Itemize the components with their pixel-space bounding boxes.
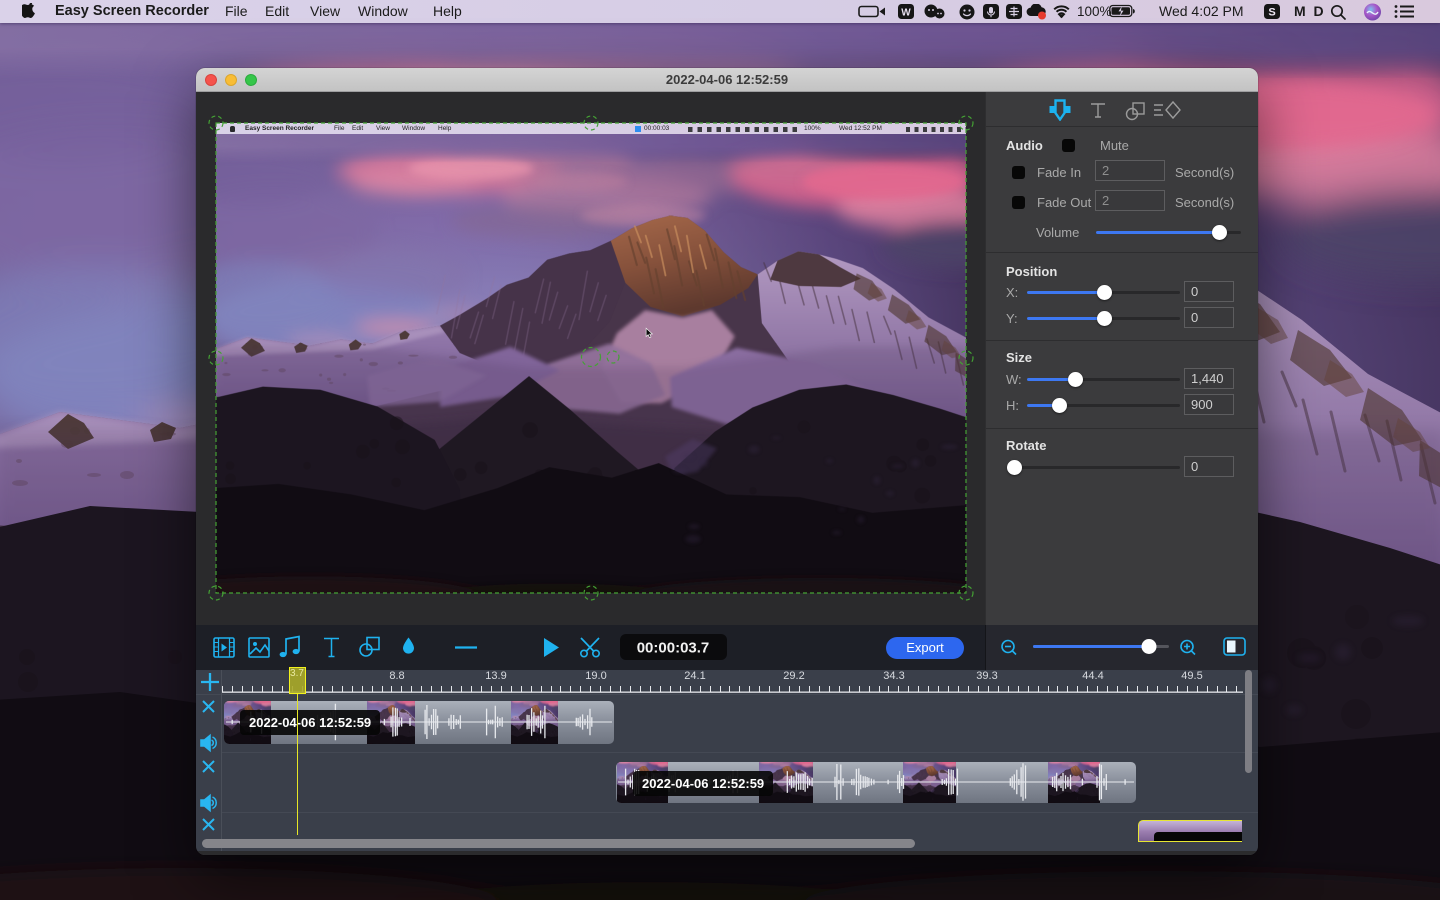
svg-text:W: W	[901, 8, 911, 19]
svg-text:S: S	[1268, 7, 1275, 19]
svg-text:00:00:03.7: 00:00:03.7	[637, 640, 710, 657]
svg-text:Export: Export	[906, 640, 944, 655]
